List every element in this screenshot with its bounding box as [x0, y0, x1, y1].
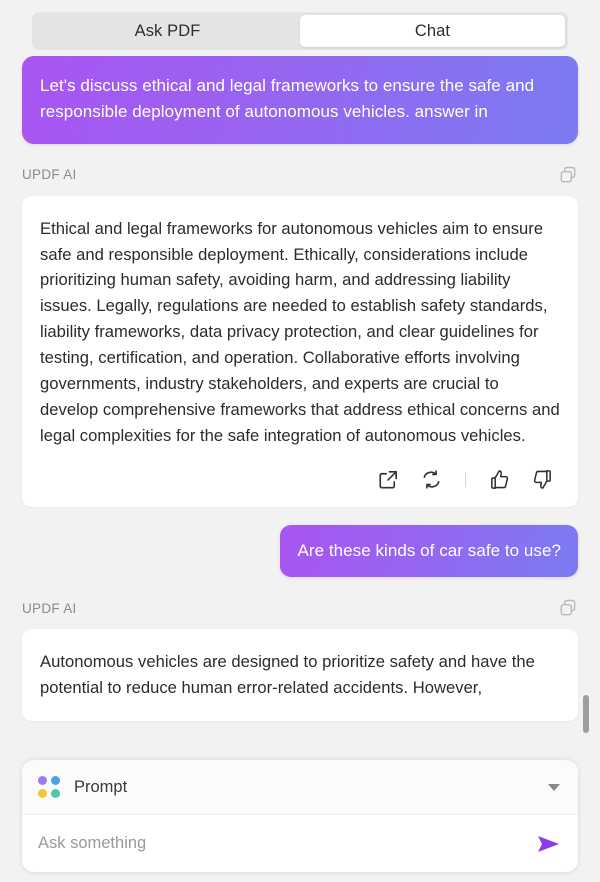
- user-message-row-1: Let's discuss ethical and legal framewor…: [0, 56, 600, 144]
- ai-label-row-1: UPDF AI: [0, 162, 600, 188]
- dot-yellow: [38, 789, 47, 798]
- ai-response-card-2: Autonomous vehicles are designed to prio…: [22, 629, 578, 722]
- ai-name-label-2: UPDF AI: [22, 600, 77, 616]
- tab-ask-pdf[interactable]: Ask PDF: [35, 15, 300, 47]
- dot-teal: [51, 789, 60, 798]
- prompt-selector[interactable]: Prompt: [22, 760, 578, 815]
- tab-chat-label: Chat: [414, 21, 451, 40]
- tab-chat[interactable]: Chat: [300, 15, 565, 47]
- ai-response-text-2: Autonomous vehicles are designed to prio…: [40, 652, 535, 698]
- chevron-down-icon[interactable]: [548, 783, 560, 791]
- ai-response-text-1: Ethical and legal frameworks for autonom…: [40, 218, 560, 445]
- ask-something-input[interactable]: [38, 834, 534, 853]
- copy-icon[interactable]: [558, 598, 578, 618]
- ai-response-actions-1: [40, 465, 560, 495]
- refresh-icon[interactable]: [420, 468, 443, 491]
- ai-name-label-1: UPDF AI: [22, 167, 77, 183]
- user-message-bubble-1: Let's discuss ethical and legal framewor…: [22, 56, 578, 144]
- thumbs-down-icon[interactable]: [531, 468, 554, 491]
- composer: Prompt: [22, 760, 578, 872]
- thumbs-up-icon[interactable]: [488, 468, 511, 491]
- prompt-selector-label: Prompt: [74, 777, 128, 796]
- dot-blue: [51, 776, 60, 785]
- updf-ai-chat-panel: Ask PDF Chat Let's discuss ethical and l…: [0, 0, 600, 882]
- message-input-row: [22, 815, 578, 872]
- prompt-grid-icon: [38, 776, 60, 798]
- copy-icon[interactable]: [558, 165, 578, 185]
- ai-response-card-1: Ethical and legal frameworks for autonom…: [22, 195, 578, 507]
- ai-label-row-2: UPDF AI: [0, 595, 600, 621]
- external-link-icon[interactable]: [377, 468, 400, 491]
- mode-tabbar: Ask PDF Chat: [32, 12, 568, 50]
- conversation-scroll-area[interactable]: Let's discuss ethical and legal framewor…: [0, 56, 600, 744]
- tab-ask-pdf-label: Ask PDF: [134, 21, 201, 40]
- dot-purple: [38, 776, 47, 785]
- user-message-row-2: Are these kinds of car safe to use?: [0, 524, 600, 578]
- user-message-bubble-2: Are these kinds of car safe to use?: [280, 524, 578, 578]
- send-icon[interactable]: [534, 832, 562, 856]
- actions-divider: [465, 472, 466, 488]
- conversation-scrollbar-thumb[interactable]: [583, 695, 589, 733]
